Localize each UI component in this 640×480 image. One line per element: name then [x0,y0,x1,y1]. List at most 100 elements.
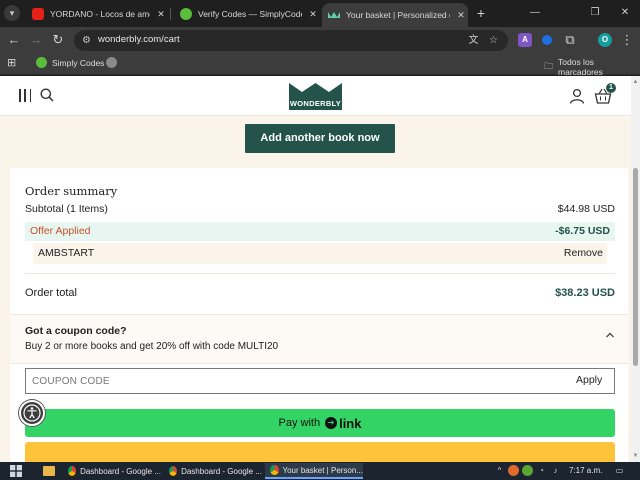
taskbar-app-title: Your basket | Person... [282,465,364,475]
order-summary-title: Order summary [25,184,118,198]
forward-icon[interactable]: → [27,31,45,49]
translate-icon[interactable]: 文 [467,34,480,47]
notifications-icon[interactable]: ▭ [614,465,625,476]
back-icon[interactable]: ← [5,31,23,49]
file-explorer-icon[interactable] [43,466,55,476]
paypal-button[interactable] [25,442,615,462]
summary-divider [25,273,615,274]
taskbar-app-dashboard-1[interactable]: Dashboard - Google ... [63,463,161,479]
link-logo-text: link [339,415,362,431]
account-icon[interactable] [569,88,585,104]
basket-count-badge: 1 [606,83,616,93]
tab-separator [170,8,171,20]
tab-your-basket[interactable]: Your basket | Personalized chil ✕ [322,3,468,27]
tab-simplycodes[interactable]: Verify Codes — SimplyCodes ✕ [174,3,320,25]
offer-discount-value: -$6.75 USD [555,225,610,237]
chevron-up-icon[interactable] [605,330,615,340]
browser-toolbar: ← → ↻ ⚙ wonderbly.com/cart 文 ☆ A ⧉ O ⋮ [0,27,640,53]
close-icon[interactable]: ✕ [154,9,168,20]
applied-coupon-code: AMBSTART [38,247,95,259]
tab-yordano[interactable]: YORDANO - Locos de amor - Y ✕ [26,3,168,25]
subtotal-value: $44.98 USD [557,203,615,215]
taskbar-app-your-basket[interactable]: Your basket | Person... [265,463,363,479]
youtube-icon [32,8,44,20]
logo-text: WONDERBLY [289,99,342,108]
coupon-promo-text: Buy 2 or more books and get 20% off with… [25,341,279,352]
tray-chevron-up-icon[interactable]: ^ [494,465,505,476]
browser-tab-strip: ▾ YORDANO - Locos de amor - Y ✕ Verify C… [0,0,640,27]
bookmark-globe[interactable] [106,57,122,68]
bookmark-simply-codes[interactable]: Simply Codes [36,57,104,68]
tab-search-icon[interactable]: ▾ [4,5,20,21]
tab-title: Verify Codes — SimplyCodes [198,9,302,19]
extensions-puzzle-icon[interactable]: ⧉ [561,31,579,49]
globe-icon [106,57,117,68]
apply-coupon-button[interactable]: Apply [576,374,602,386]
web-page: WONDERBLY 1 Add another book now Order s… [0,76,631,462]
subtotal-label: Subtotal (1 Items) [25,203,108,215]
coupon-section[interactable]: Got a coupon code? Buy 2 or more books a… [10,314,628,364]
offer-applied-row: Offer Applied -$6.75 USD [25,222,615,241]
reload-icon[interactable]: ↻ [49,31,67,49]
restore-icon[interactable]: ❐ [580,4,610,22]
simplycodes-icon [180,8,192,20]
wonderbly-logo[interactable]: WONDERBLY [289,83,342,110]
apps-grid-icon[interactable]: ⊞ [7,57,19,69]
address-bar[interactable]: ⚙ wonderbly.com/cart 文 ☆ [74,30,508,51]
bookmarks-bar: ⊞ Simply Codes 🗀 Todos los marcadores [0,53,640,77]
coupon-code-input[interactable] [25,368,615,394]
pay-with-label: Pay with [278,417,321,429]
taskbar-app-title: Dashboard - Google ... [181,466,262,476]
link-arrow-icon: ➔ [325,417,338,429]
coupon-title: Got a coupon code? [25,325,127,337]
network-icon[interactable]: ◔ [536,465,547,476]
scroll-down-icon[interactable]: ▼ [632,452,639,460]
accessibility-icon [23,404,41,422]
new-tab-icon[interactable]: + [474,5,488,21]
taskbar-app-dashboard-2[interactable]: Dashboard - Google ... [164,463,262,479]
minimize-icon[interactable]: — [520,4,550,22]
taskbar-clock[interactable]: 7:17 a.m. [569,466,602,475]
remove-coupon-button[interactable]: Remove [564,247,603,259]
scroll-thumb[interactable] [633,168,638,366]
windows-start-icon[interactable] [10,465,22,477]
offer-applied-label: Offer Applied [30,225,91,237]
taskbar-app-title: Dashboard - Google ... [80,466,161,476]
scroll-up-icon[interactable]: ▲ [632,78,639,86]
applied-coupon-row: AMBSTART Remove [33,243,607,264]
bookmark-label: Simply Codes [52,57,105,68]
order-total-label: Order total [25,287,77,299]
search-icon[interactable] [40,88,54,102]
tray-app-icon[interactable] [508,465,519,476]
shield-extension-icon[interactable] [542,35,552,45]
add-another-book-button[interactable]: Add another book now [245,124,395,153]
accessibility-button[interactable] [19,400,45,426]
all-bookmarks-label: Todos los marcadores [558,57,603,77]
simplycodes-icon [36,57,47,68]
pay-with-link-button[interactable]: Pay with ➔ link [25,409,615,437]
extension-a-icon[interactable]: A [518,33,532,47]
link-logo: ➔ link [325,416,361,431]
tray-app-icon[interactable] [522,465,533,476]
more-menu-icon[interactable]: ⋮ [618,31,636,49]
bookmark-star-icon[interactable]: ☆ [487,34,500,47]
all-bookmarks[interactable]: 🗀 Todos los marcadores [544,57,640,77]
url-text: wonderbly.com/cart [98,34,180,45]
tab-title: YORDANO - Locos de amor - Y [50,9,150,19]
chrome-icon [270,465,279,475]
menu-icon[interactable] [19,89,31,102]
chrome-icon [68,466,77,476]
close-icon[interactable]: ✕ [454,10,468,21]
folder-icon: 🗀 [544,61,554,71]
order-total-value: $38.23 USD [555,287,615,299]
tab-title: Your basket | Personalized chil [346,10,450,20]
page-scrollbar[interactable]: ▲ ▼ [631,76,640,462]
close-icon[interactable]: ✕ [306,9,320,20]
site-header: WONDERBLY 1 [0,76,631,116]
chrome-icon [169,466,178,476]
windows-taskbar: Dashboard - Google ... Dashboard - Googl… [0,462,640,480]
profile-avatar[interactable]: O [598,33,612,47]
volume-icon[interactable]: ♪ [550,465,561,476]
window-close-icon[interactable]: ✕ [610,4,640,22]
site-info-icon[interactable]: ⚙ [80,34,93,47]
